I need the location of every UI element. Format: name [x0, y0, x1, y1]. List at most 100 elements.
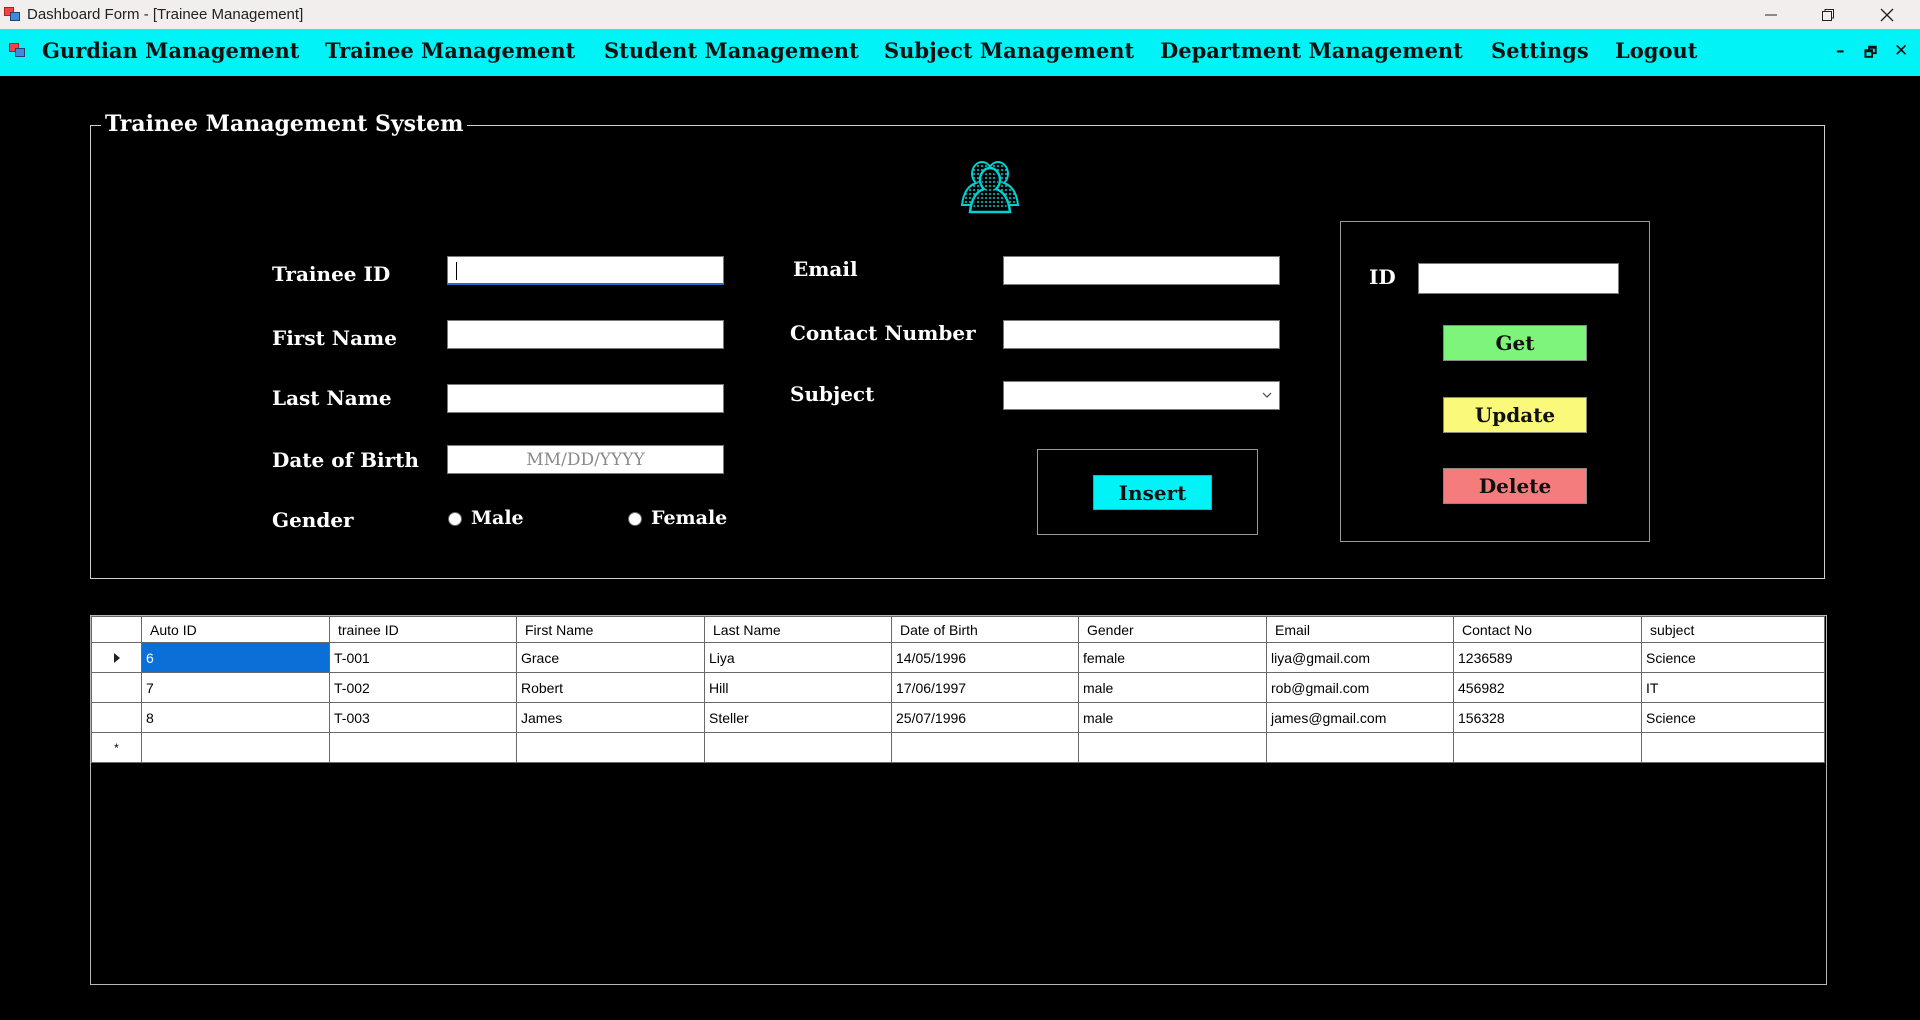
table-cell[interactable]: james@gmail.com [1266, 702, 1454, 733]
mdi-minimize-icon[interactable]: – [1836, 41, 1845, 61]
table-row[interactable]: 7 T-002 Robert Hill 17/06/1997 male rob@… [91, 672, 1825, 703]
restore-icon[interactable] [1805, 0, 1851, 29]
menu-student-management[interactable]: Student Management [604, 38, 859, 63]
column-header[interactable]: trainee ID [329, 616, 517, 643]
mdi-restore-icon[interactable]: 🗗 [1864, 42, 1877, 66]
close-icon[interactable] [1864, 0, 1910, 29]
column-header[interactable]: Contact No [1453, 616, 1642, 643]
table-header-row: Auto ID trainee ID First Name Last Name … [91, 616, 1825, 643]
table-cell[interactable]: 7 [141, 672, 330, 703]
email-input[interactable] [1003, 256, 1280, 285]
column-header[interactable]: Last Name [704, 616, 892, 643]
table-cell[interactable]: Science [1641, 702, 1825, 733]
window-title: Dashboard Form - [Trainee Management] [27, 6, 304, 23]
dob-label: Date of Birth [272, 448, 419, 472]
column-header[interactable]: Date of Birth [891, 616, 1079, 643]
table-cell[interactable] [1641, 732, 1825, 763]
column-header[interactable]: First Name [516, 616, 705, 643]
row-selector[interactable] [91, 702, 142, 733]
table-cell[interactable]: 456982 [1453, 672, 1642, 703]
column-header[interactable]: Email [1266, 616, 1454, 643]
table-cell[interactable]: 6 [141, 642, 330, 673]
new-row-marker[interactable]: * [91, 732, 142, 763]
gender-male-radio[interactable] [448, 512, 462, 526]
table-cell[interactable]: female [1078, 642, 1267, 673]
trainee-id-label: Trainee ID [272, 262, 391, 286]
trainee-id-input[interactable] [447, 256, 724, 285]
contact-number-label: Contact Number [790, 321, 976, 345]
column-header[interactable]: Auto ID [141, 616, 330, 643]
table-cell[interactable] [516, 732, 705, 763]
menu-department-management[interactable]: Department Management [1160, 38, 1463, 63]
table-cell[interactable] [704, 732, 892, 763]
gender-female-radio[interactable] [628, 512, 642, 526]
app-icon [4, 7, 20, 21]
minimize-icon[interactable] [1748, 0, 1794, 29]
table-cell[interactable]: male [1078, 702, 1267, 733]
row-header-corner [91, 616, 142, 643]
table-cell[interactable]: James [516, 702, 705, 733]
mdi-close-icon[interactable]: ✕ [1894, 41, 1908, 61]
update-button[interactable]: Update [1443, 397, 1587, 433]
last-name-label: Last Name [272, 386, 392, 410]
row-selector[interactable] [91, 672, 142, 703]
table-cell[interactable]: Science [1641, 642, 1825, 673]
window-title-bar: Dashboard Form - [Trainee Management] [0, 0, 1920, 29]
table-row[interactable]: 8 T-003 James Steller 25/07/1996 male ja… [91, 702, 1825, 733]
menu-bar: Gurdian Management Trainee Management St… [0, 29, 1920, 76]
table-cell[interactable]: Steller [704, 702, 892, 733]
column-header[interactable]: subject [1641, 616, 1825, 643]
email-label: Email [793, 257, 858, 281]
table-cell[interactable]: IT [1641, 672, 1825, 703]
table-cell[interactable] [891, 732, 1079, 763]
get-button[interactable]: Get [1443, 325, 1587, 361]
table-cell[interactable]: 17/06/1997 [891, 672, 1079, 703]
chevron-down-icon [1262, 392, 1272, 398]
table-cell[interactable]: Robert [516, 672, 705, 703]
row-selector[interactable] [91, 642, 142, 673]
gender-male-label[interactable]: Male [471, 507, 524, 529]
table-cell[interactable]: 156328 [1453, 702, 1642, 733]
trainee-data-grid[interactable]: Auto ID trainee ID First Name Last Name … [90, 615, 1827, 985]
table-cell[interactable]: liya@gmail.com [1266, 642, 1454, 673]
insert-button[interactable]: Insert [1093, 475, 1212, 510]
gender-female-label[interactable]: Female [651, 507, 727, 529]
contact-number-input[interactable] [1003, 320, 1280, 349]
table-cell[interactable] [1078, 732, 1267, 763]
table-cell[interactable]: 1236589 [1453, 642, 1642, 673]
delete-button[interactable]: Delete [1443, 468, 1587, 504]
subject-label: Subject [790, 382, 875, 406]
table-row[interactable]: 6 T-001 Grace Liya 14/05/1996 female liy… [91, 642, 1825, 673]
menu-gurdian-management[interactable]: Gurdian Management [42, 38, 299, 63]
last-name-input[interactable] [447, 384, 724, 413]
table-cell[interactable]: T-001 [329, 642, 517, 673]
id-input[interactable] [1418, 263, 1619, 294]
table-cell[interactable]: 25/07/1996 [891, 702, 1079, 733]
table-cell[interactable]: Hill [704, 672, 892, 703]
trainee-table: Auto ID trainee ID First Name Last Name … [91, 616, 1825, 763]
menu-subject-management[interactable]: Subject Management [884, 38, 1134, 63]
table-cell[interactable]: Liya [704, 642, 892, 673]
id-label: ID [1369, 265, 1396, 289]
table-cell[interactable] [329, 732, 517, 763]
subject-combobox[interactable] [1003, 381, 1280, 410]
menu-logout[interactable]: Logout [1615, 38, 1697, 63]
table-cell[interactable]: T-002 [329, 672, 517, 703]
table-cell[interactable]: 8 [141, 702, 330, 733]
menu-settings[interactable]: Settings [1491, 38, 1589, 63]
table-cell[interactable]: Grace [516, 642, 705, 673]
table-cell[interactable]: male [1078, 672, 1267, 703]
first-name-input[interactable] [447, 320, 724, 349]
menu-trainee-management[interactable]: Trainee Management [325, 38, 575, 63]
table-cell[interactable] [141, 732, 330, 763]
dob-input[interactable]: MM/DD/YYYY [447, 445, 724, 474]
table-cell[interactable] [1266, 732, 1454, 763]
column-header[interactable]: Gender [1078, 616, 1267, 643]
table-cell[interactable]: rob@gmail.com [1266, 672, 1454, 703]
new-row[interactable]: * [91, 732, 1825, 763]
dob-placeholder: MM/DD/YYYY [526, 450, 645, 470]
table-cell[interactable] [1453, 732, 1642, 763]
groupbox-title: Trainee Management System [101, 111, 468, 137]
table-cell[interactable]: 14/05/1996 [891, 642, 1079, 673]
table-cell[interactable]: T-003 [329, 702, 517, 733]
